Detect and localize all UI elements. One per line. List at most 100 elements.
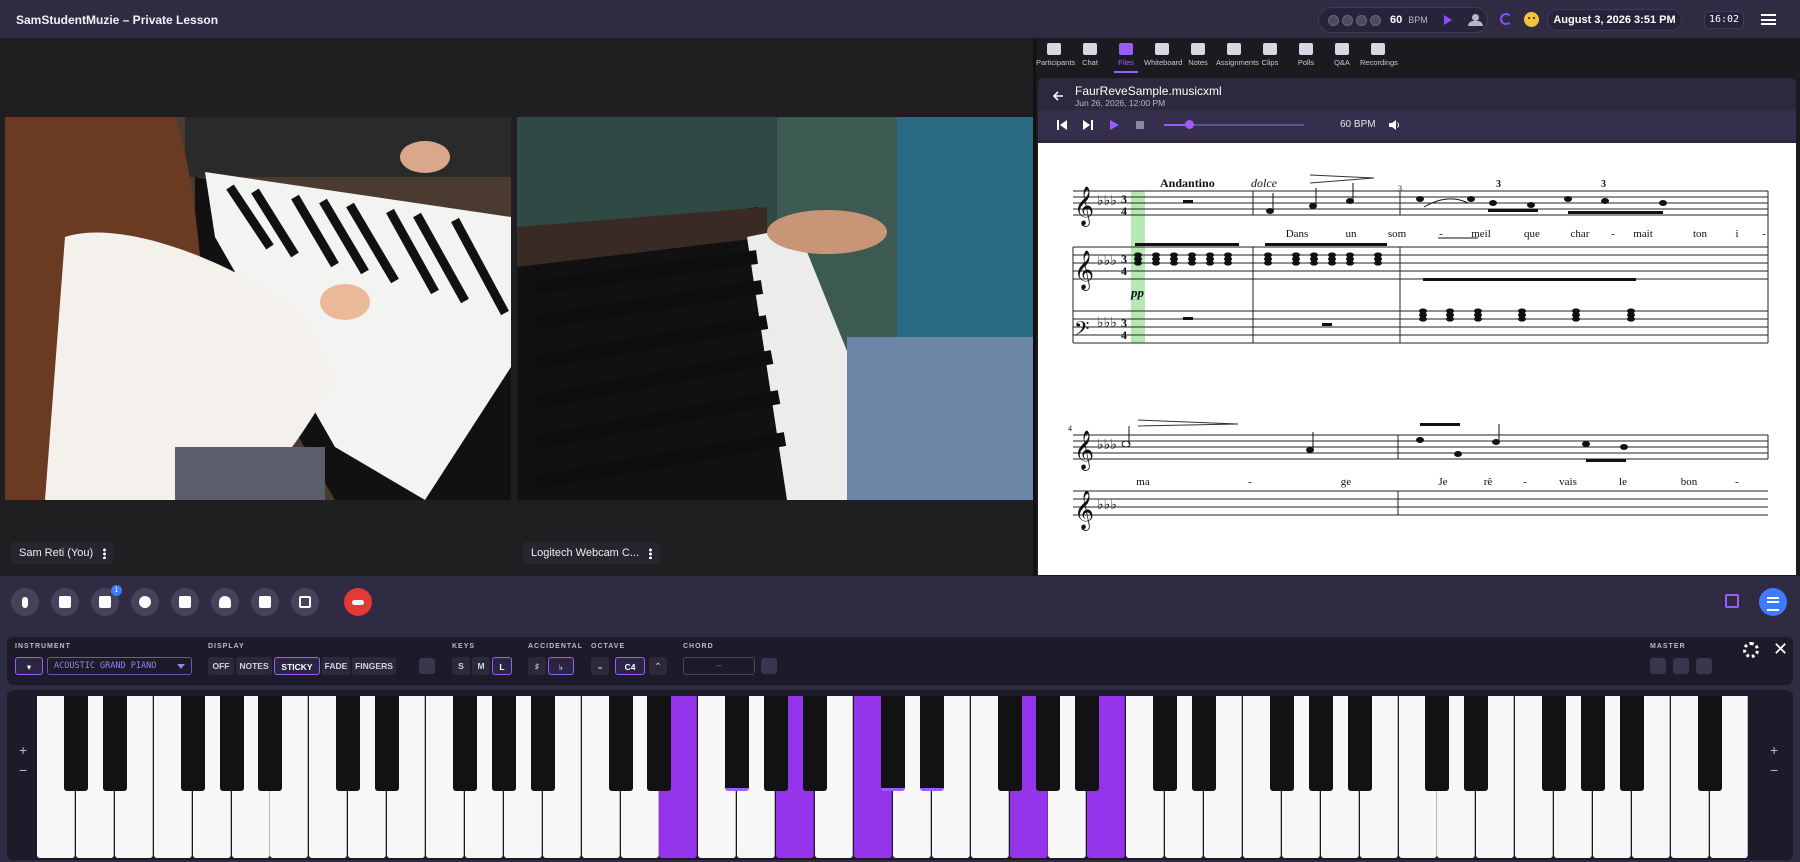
black-key[interactable] [1308, 696, 1333, 791]
shared-metronome-icon[interactable] [1467, 14, 1485, 26]
display-option-2[interactable]: STICKY [274, 657, 320, 675]
speaker-button[interactable] [51, 588, 79, 616]
black-key[interactable] [1269, 696, 1294, 791]
piano-toggle-icon[interactable] [1725, 594, 1739, 608]
accidental-option-0[interactable]: ♯ [528, 657, 546, 675]
black-key[interactable] [336, 696, 361, 791]
black-key[interactable] [452, 696, 477, 791]
mute-mic-button[interactable] [11, 588, 39, 616]
key-size-option-1[interactable]: M [472, 657, 490, 675]
black-key[interactable] [647, 696, 672, 791]
remote-video-options-icon[interactable] [649, 547, 653, 559]
black-key[interactable] [880, 696, 905, 791]
black-key[interactable] [1464, 696, 1489, 791]
black-key[interactable] [1619, 696, 1644, 791]
black-key[interactable] [1581, 696, 1605, 791]
zoom-out-right-button[interactable]: − [1770, 762, 1778, 778]
black-key[interactable] [102, 696, 127, 791]
svg-text:𝄢: 𝄢 [1074, 319, 1089, 345]
tab-assignments[interactable]: Assignments [1216, 38, 1259, 74]
raise-hand-button[interactable] [251, 588, 279, 616]
zoom-in-left-button[interactable]: + [19, 742, 27, 758]
chat-panel-toggle-icon[interactable] [1759, 588, 1787, 616]
tab-whiteboard[interactable]: Whiteboard [1144, 38, 1182, 74]
key-size-option-2[interactable]: L [492, 657, 512, 675]
instrument-select[interactable]: ACOUSTIC GRAND PIANO [47, 657, 192, 675]
zoom-out-left-button[interactable]: − [19, 762, 27, 778]
lyric-word: ma [1136, 476, 1150, 488]
black-key[interactable] [1542, 696, 1567, 791]
tab-files[interactable]: Files [1108, 38, 1144, 74]
master-volume-icon[interactable] [1650, 658, 1666, 674]
tab-participants[interactable]: Participants [1036, 38, 1075, 74]
zoom-in-right-button[interactable]: + [1770, 742, 1778, 758]
black-key[interactable] [180, 696, 205, 791]
black-key[interactable] [997, 696, 1022, 791]
close-piano-icon[interactable]: ✕ [1773, 640, 1788, 658]
piano-keyboard[interactable]: + − + − [7, 690, 1793, 860]
black-key[interactable] [1075, 696, 1100, 791]
screen-share-button[interactable] [171, 588, 199, 616]
octave-down-button[interactable]: ⌄ [591, 657, 609, 675]
black-key[interactable] [258, 696, 283, 791]
score-play-icon[interactable] [1108, 119, 1120, 131]
score-stop-icon[interactable] [1134, 119, 1146, 131]
black-key[interactable] [1697, 696, 1722, 791]
black-key[interactable] [63, 696, 88, 791]
back-arrow-icon[interactable] [1052, 90, 1064, 102]
metronome-widget[interactable]: 60 BPM [1318, 7, 1488, 33]
camera-button[interactable]: 1 [91, 585, 122, 616]
black-key[interactable] [803, 696, 827, 791]
effects-button[interactable] [211, 588, 239, 616]
black-key[interactable] [219, 696, 244, 791]
tab-qa[interactable]: Q&A [1324, 38, 1360, 74]
emoji-icon[interactable] [1524, 12, 1539, 27]
skip-end-icon[interactable] [1082, 119, 1094, 131]
volume-icon[interactable] [1388, 119, 1400, 131]
octave-up-button[interactable]: ⌃ [649, 657, 667, 675]
hamburger-menu-icon[interactable] [1761, 14, 1776, 25]
black-key[interactable] [1347, 696, 1372, 791]
chord-grid-icon[interactable] [761, 658, 777, 674]
sheet-music-view[interactable]: 𝄞 𝄞 𝄢 𝄞 𝄞 ♭♭♭ ♭♭♭ ♭♭♭ ♭♭♭ ♭♭♭ 3 4 3 4 3 4 A… [1038, 143, 1796, 575]
black-key[interactable] [919, 696, 944, 791]
local-video[interactable] [5, 117, 511, 500]
local-video-options-icon[interactable] [103, 547, 107, 559]
settings-button[interactable] [131, 588, 159, 616]
tab-recordings[interactable]: Recordings [1360, 38, 1398, 74]
end-call-button[interactable] [344, 588, 372, 616]
skip-start-icon[interactable] [1056, 119, 1068, 131]
tab-clips[interactable]: Clips [1252, 38, 1288, 74]
black-key[interactable] [1425, 696, 1450, 791]
black-key[interactable] [764, 696, 789, 791]
black-key[interactable] [375, 696, 400, 791]
display-option-0[interactable]: OFF [208, 657, 234, 675]
tab-polls[interactable]: Polls [1288, 38, 1324, 74]
instrument-color-select[interactable]: ▾ [15, 657, 43, 675]
display-option-3[interactable]: FADE [322, 657, 350, 675]
black-key[interactable] [1192, 696, 1216, 791]
tab-chat[interactable]: Chat [1072, 38, 1108, 74]
display-extra-icon[interactable] [419, 658, 435, 674]
master-lock-icon[interactable] [1696, 658, 1712, 674]
chat-icon [1083, 43, 1097, 55]
display-option-4[interactable]: FINGERS [352, 657, 396, 675]
black-key[interactable] [1036, 696, 1061, 791]
piano-settings-gear-icon[interactable] [1743, 642, 1759, 658]
black-key[interactable] [608, 696, 633, 791]
black-key[interactable] [725, 696, 750, 791]
score-progress-slider[interactable] [1164, 120, 1304, 129]
metronome-play-icon[interactable] [1443, 15, 1452, 25]
remote-video[interactable] [517, 117, 1033, 500]
master-eq-icon[interactable] [1673, 658, 1689, 674]
sync-icon[interactable] [1500, 13, 1512, 25]
black-key[interactable] [530, 696, 555, 791]
layout-button[interactable] [291, 588, 319, 616]
display-option-1[interactable]: NOTES [236, 657, 272, 675]
key-size-option-0[interactable]: S [452, 657, 470, 675]
score-progress-handle[interactable] [1185, 120, 1195, 129]
tab-notes[interactable]: Notes [1180, 38, 1216, 74]
accidental-option-1[interactable]: ♭ [548, 657, 574, 675]
black-key[interactable] [491, 696, 516, 791]
black-key[interactable] [1153, 696, 1178, 791]
